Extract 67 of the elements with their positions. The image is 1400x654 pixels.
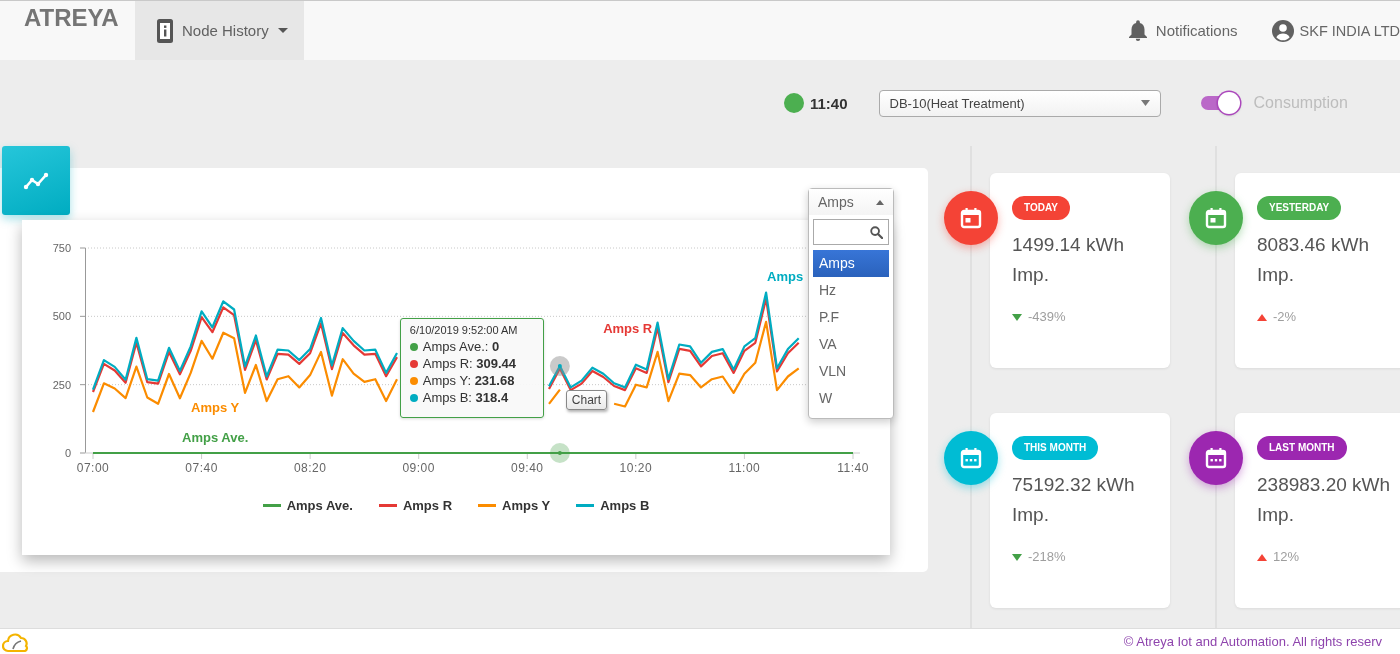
tooltip-row: Amps R: 309.44 [422, 356, 517, 372]
copyright-text: © Atreya Iot and Automation. All rights reserv [1123, 634, 1382, 649]
dropdown-option[interactable]: P.F [813, 304, 889, 331]
change-percent: -2% [1273, 308, 1297, 326]
dropdown-option[interactable]: Hz [813, 277, 889, 304]
caret-icon [277, 28, 288, 33]
legend-item[interactable]: Amps R [378, 498, 453, 513]
energy-value: 8083.46 kWh [1257, 233, 1369, 257]
tooltip-row: Amps Ave.: 0 [422, 339, 500, 355]
energy-value: 1499.14 kWh [1012, 233, 1124, 257]
energy-value: 238983.20 kWh [1257, 473, 1391, 497]
hover-point-icon [549, 356, 570, 377]
dropdown-option[interactable]: Amps [813, 250, 889, 277]
axis-label: 10:20 [619, 461, 653, 475]
caret-icon [1140, 100, 1150, 106]
series-label: Amps Y [191, 399, 240, 415]
status-time: 11:40 [810, 94, 848, 112]
energy-label: Imp. [1257, 503, 1294, 527]
axis-label: 250 [52, 378, 71, 391]
energy-value: 75192.32 kWh [1012, 473, 1135, 497]
user-icon [1271, 19, 1294, 42]
axis-label: 500 [52, 310, 71, 323]
search-field[interactable] [813, 219, 889, 245]
series-label: Amps R [603, 321, 653, 337]
bell-icon [1128, 20, 1147, 41]
dropdown-option[interactable]: VA [813, 331, 889, 358]
node-select[interactable]: DB-10(Heat Treatment) [878, 89, 1161, 117]
period-badge: YESTERDAY [1257, 196, 1342, 220]
axis-label: 750 [52, 242, 71, 254]
tooltip-row: Amps Y: 231.68 [422, 373, 515, 389]
legend-item[interactable]: Amps Ave. [262, 498, 353, 513]
change-percent: -439% [1028, 308, 1066, 326]
info-icon [157, 18, 173, 43]
axis-label: 0 [64, 447, 71, 459]
hover-point-icon [549, 443, 570, 463]
axis-label: 07:00 [76, 461, 110, 475]
axis-label: 09:40 [511, 461, 544, 475]
axis-label: 11:40 [837, 461, 869, 475]
dropdown-option[interactable]: VLN [813, 358, 889, 385]
legend-item[interactable]: Amps Y [478, 498, 551, 513]
period-badge: THIS MONTH [1012, 436, 1099, 460]
legend-item[interactable]: Amps B [576, 498, 650, 513]
period-badge: TODAY [1012, 196, 1070, 220]
brand-name: ATREYA [24, 4, 120, 32]
change-percent: -218% [1028, 548, 1066, 566]
energy-label: Imp. [1257, 263, 1294, 287]
dropdown-option[interactable]: W [813, 385, 889, 412]
notifications-link[interactable]: Notifications [1128, 20, 1238, 41]
energy-label: Imp. [1012, 503, 1049, 527]
hint-tooltip: Chart [565, 390, 608, 410]
account-menu[interactable]: SKF INDIA LTD [1271, 19, 1400, 42]
axis-label: 09:00 [402, 461, 435, 475]
axis-label: 07:40 [185, 461, 218, 475]
series-label: Amps [767, 269, 804, 285]
series-label: Amps Ave. [182, 429, 249, 445]
axis-label: 11:00 [728, 461, 761, 475]
period-badge: LAST MONTH [1257, 436, 1347, 460]
search-icon [870, 225, 883, 239]
tooltip-title: 6/10/2019 9:52:00 AM [409, 324, 519, 336]
change-percent: 12% [1273, 548, 1300, 566]
nav-menu[interactable]: Node History [135, 1, 304, 60]
tooltip-row: Amps B: 318.4 [422, 390, 509, 406]
axis-label: 08:20 [293, 461, 327, 475]
unit-select[interactable]: Amps [809, 189, 893, 215]
toggle-switch[interactable] [1199, 91, 1240, 115]
caret-icon [876, 199, 884, 205]
energy-label: Imp. [1012, 263, 1049, 287]
